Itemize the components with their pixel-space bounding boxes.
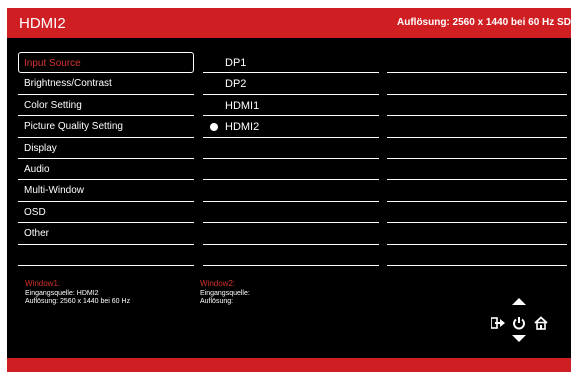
sub-options bbox=[387, 52, 567, 266]
sub-option-empty bbox=[387, 116, 567, 138]
option-dp2[interactable]: DP2 bbox=[203, 73, 379, 95]
current-input-title: HDMI2 bbox=[19, 15, 66, 32]
menu-item-label: Multi-Window bbox=[24, 185, 85, 197]
menu-item-label: OSD bbox=[24, 206, 46, 218]
footer-bar bbox=[7, 358, 571, 372]
option-label: DP1 bbox=[225, 57, 247, 69]
option-empty bbox=[203, 159, 379, 181]
menu-item-label: Color Setting bbox=[24, 99, 82, 111]
menu-item-label: Other bbox=[24, 228, 50, 240]
sub-option-empty bbox=[387, 95, 567, 117]
window2-source: Eingangsquelle: bbox=[200, 290, 250, 297]
menu-item-label: Brightness/Contrast bbox=[24, 78, 112, 90]
window2-title: Window2: bbox=[200, 279, 236, 288]
menu-item-picture-quality[interactable]: Picture Quality Setting bbox=[18, 116, 194, 138]
option-empty bbox=[203, 138, 379, 159]
header-bar: HDMI2 Auflösung: 2560 x 1440 bei 60 Hz S… bbox=[7, 8, 571, 38]
menu-item-label: Audio bbox=[24, 163, 50, 175]
sub-option-empty bbox=[387, 73, 567, 95]
option-label: DP2 bbox=[225, 78, 247, 91]
menu-item-input-source[interactable]: Input Source bbox=[18, 52, 194, 74]
menu-item-label: Picture Quality Setting bbox=[24, 121, 123, 133]
option-hdmi2[interactable]: HDMI2 bbox=[203, 116, 379, 138]
menu-item-label: Input Source bbox=[24, 58, 81, 69]
sub-option-empty bbox=[387, 159, 567, 181]
window1-resolution: Auflösung: 2560 x 1440 bei 60 Hz bbox=[25, 298, 131, 305]
option-empty bbox=[203, 245, 379, 266]
menu-item-audio[interactable]: Audio bbox=[18, 159, 194, 181]
sub-option-empty bbox=[387, 180, 567, 202]
home-icon[interactable] bbox=[534, 316, 548, 335]
selected-dot-icon bbox=[210, 123, 218, 132]
option-hdmi1[interactable]: HDMI1 bbox=[203, 95, 379, 117]
sub-option-empty bbox=[387, 223, 567, 245]
main-menu: Input Source Brightness/Contrast Color S… bbox=[18, 52, 194, 266]
menu-item-other[interactable]: Other bbox=[18, 223, 194, 245]
exit-icon[interactable] bbox=[490, 316, 507, 335]
option-empty bbox=[203, 223, 379, 245]
sub-option-empty bbox=[387, 52, 567, 74]
osd-menu: HDMI2 Auflösung: 2560 x 1440 bei 60 Hz S… bbox=[7, 8, 571, 372]
arrow-up-icon[interactable] bbox=[512, 298, 526, 305]
window2-resolution: Auflösung: bbox=[200, 298, 234, 305]
resolution-info: Auflösung: 2560 x 1440 bei 60 Hz SD bbox=[397, 17, 571, 28]
menu-item-label: Display bbox=[24, 142, 57, 154]
input-options: DP1 DP2 HDMI1 HDMI2 bbox=[203, 52, 379, 266]
arrow-down-icon[interactable] bbox=[512, 335, 526, 342]
window2-info: Window2: Eingangsquelle: Auflösung: bbox=[200, 280, 250, 306]
menu-item-empty bbox=[18, 245, 194, 266]
option-empty bbox=[203, 202, 379, 224]
menu-item-multi-window[interactable]: Multi-Window bbox=[18, 180, 194, 202]
option-empty bbox=[203, 180, 379, 202]
menu-item-brightness-contrast[interactable]: Brightness/Contrast bbox=[18, 73, 194, 95]
sub-option-empty bbox=[387, 138, 567, 159]
power-icon[interactable] bbox=[512, 316, 526, 335]
menu-item-osd[interactable]: OSD bbox=[18, 202, 194, 224]
option-label: HDMI2 bbox=[225, 121, 260, 134]
menu-item-display[interactable]: Display bbox=[18, 138, 194, 159]
window1-info: Window1: Eingangsquelle: HDMI2 Auflösung… bbox=[25, 280, 130, 306]
option-dp1[interactable]: DP1 bbox=[203, 52, 379, 74]
window1-source: Eingangsquelle: HDMI2 bbox=[25, 290, 99, 297]
sub-option-empty bbox=[387, 245, 567, 266]
option-label: HDMI1 bbox=[225, 99, 260, 112]
sub-option-empty bbox=[387, 202, 567, 224]
menu-item-color-setting[interactable]: Color Setting bbox=[18, 95, 194, 117]
window1-title: Window1: bbox=[25, 279, 61, 288]
